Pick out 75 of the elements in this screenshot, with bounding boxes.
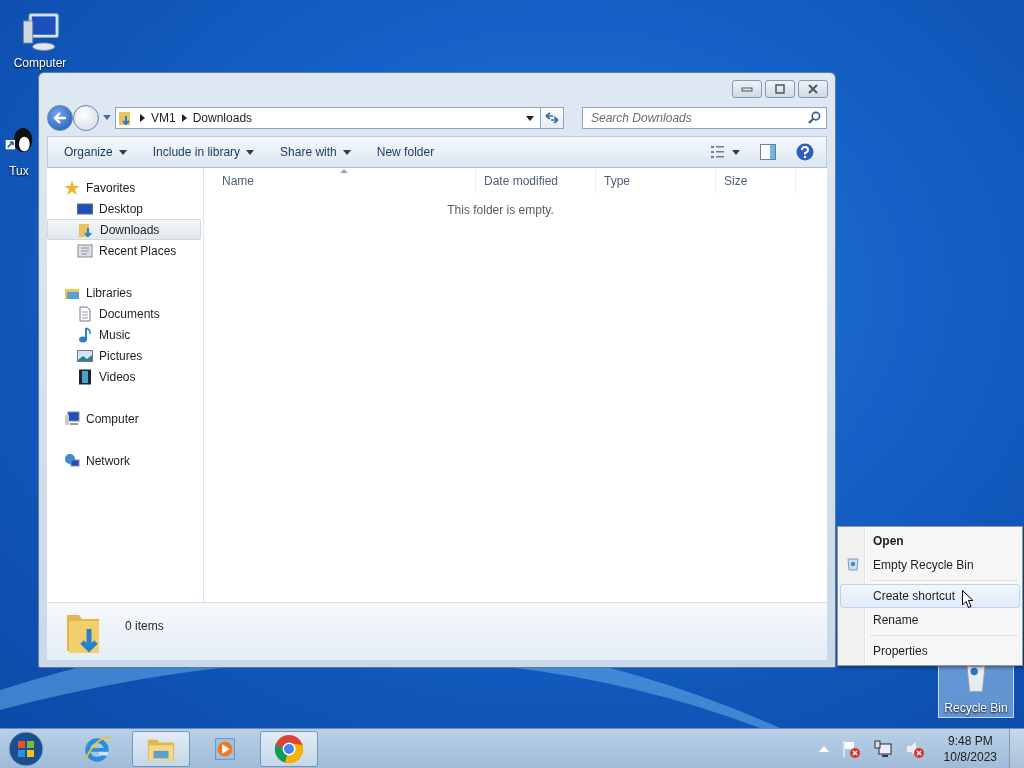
- item-count: 0 items: [125, 619, 164, 633]
- refresh-icon: [545, 112, 559, 124]
- film-icon: [77, 368, 93, 385]
- toolbar-button[interactable]: Include in library: [144, 142, 263, 162]
- chevron-icon[interactable]: [140, 114, 145, 122]
- toolbar-button[interactable]: Share with: [272, 142, 359, 162]
- navigation-item[interactable]: Downloads: [47, 219, 201, 240]
- star-icon: [64, 179, 80, 196]
- navigation-item[interactable]: Network: [47, 450, 201, 471]
- navigation-item[interactable]: Favorites: [47, 177, 201, 198]
- refresh-button[interactable]: [540, 107, 564, 129]
- taskbar-button[interactable]: [132, 730, 190, 767]
- sort-arrow-icon: [339, 169, 348, 173]
- dropdown-icon[interactable]: [526, 115, 534, 121]
- navigation-item[interactable]: Desktop: [47, 198, 201, 219]
- column-header[interactable]: Type: [596, 168, 716, 193]
- breadcrumb[interactable]: Downloads: [192, 111, 253, 125]
- taskbar-button[interactable]: [260, 730, 318, 767]
- network-icon[interactable]: [872, 738, 893, 759]
- flag-icon[interactable]: [840, 738, 861, 759]
- minimize-icon: [741, 85, 753, 93]
- document-icon: [77, 305, 93, 322]
- caret-icon: [246, 149, 255, 155]
- navigation-item[interactable]: Documents: [47, 303, 201, 324]
- desktop-icon: [77, 200, 93, 217]
- minimize-button[interactable]: [732, 80, 762, 98]
- navigation-item[interactable]: Libraries: [47, 282, 201, 303]
- close-button[interactable]: [798, 80, 828, 98]
- desktop-shortcut[interactable]: Tux: [2, 116, 36, 180]
- maximize-button[interactable]: [765, 80, 795, 98]
- desktop-icon-label: Recycle Bin: [944, 701, 1008, 715]
- picture-icon: [77, 347, 93, 364]
- navigation-item[interactable]: Recent Places: [47, 240, 201, 261]
- show-desktop-button[interactable]: [1009, 728, 1024, 768]
- column-header[interactable]: Name: [204, 168, 476, 193]
- mouse-cursor-icon: [962, 590, 974, 609]
- column-header[interactable]: Date modified: [476, 168, 596, 193]
- chevron-icon[interactable]: [181, 114, 187, 122]
- forward-button[interactable]: [73, 105, 99, 131]
- computer-icon: [64, 410, 80, 427]
- caret-icon: [342, 149, 351, 155]
- caret-icon[interactable]: [103, 115, 111, 121]
- search-icon: [808, 111, 821, 124]
- menu-item[interactable]: Create shortcut: [840, 584, 1020, 608]
- toolbar-button[interactable]: Organize: [56, 142, 135, 162]
- folder-icon: [78, 221, 94, 238]
- network-icon: [64, 452, 80, 469]
- chrome-icon: [273, 732, 305, 765]
- back-arrow-icon: [53, 112, 67, 124]
- menu-item[interactable]: Open: [840, 529, 1020, 553]
- navigation-item[interactable]: Computer: [47, 408, 201, 429]
- navigation-item[interactable]: Videos: [47, 366, 201, 387]
- recent-places-icon: [77, 242, 93, 259]
- maximize-icon: [774, 84, 786, 94]
- clock[interactable]: 9:48 PM 10/8/2023: [943, 732, 997, 765]
- time-label: 9:48 PM: [947, 732, 993, 749]
- back-button[interactable]: [47, 105, 73, 131]
- close-icon: [807, 84, 819, 94]
- search-field[interactable]: Search Downloads: [582, 107, 827, 129]
- address-bar[interactable]: VM1 Downloads: [115, 107, 541, 129]
- empty-folder-message: This folder is empty.: [446, 203, 555, 217]
- menu-item[interactable]: Empty Recycle Bin: [840, 553, 1020, 577]
- breadcrumb[interactable]: VM1: [151, 111, 176, 125]
- date-label: 10/8/2023: [943, 748, 997, 765]
- navigation-item[interactable]: Pictures: [47, 345, 201, 366]
- music-note-icon: [77, 326, 93, 343]
- desktop-icon-label: Computer: [13, 56, 67, 70]
- navigation-item[interactable]: Music: [47, 324, 201, 345]
- caret-icon: [118, 149, 127, 155]
- toolbar-button[interactable]: New folder: [368, 142, 443, 162]
- menu-item[interactable]: Rename: [840, 608, 1020, 632]
- desktop-shortcut[interactable]: Computer: [4, 8, 76, 72]
- recycle-bin-icon: [846, 557, 860, 571]
- desktop-icon-label: Tux: [9, 164, 29, 178]
- column-header[interactable]: Size: [716, 168, 796, 193]
